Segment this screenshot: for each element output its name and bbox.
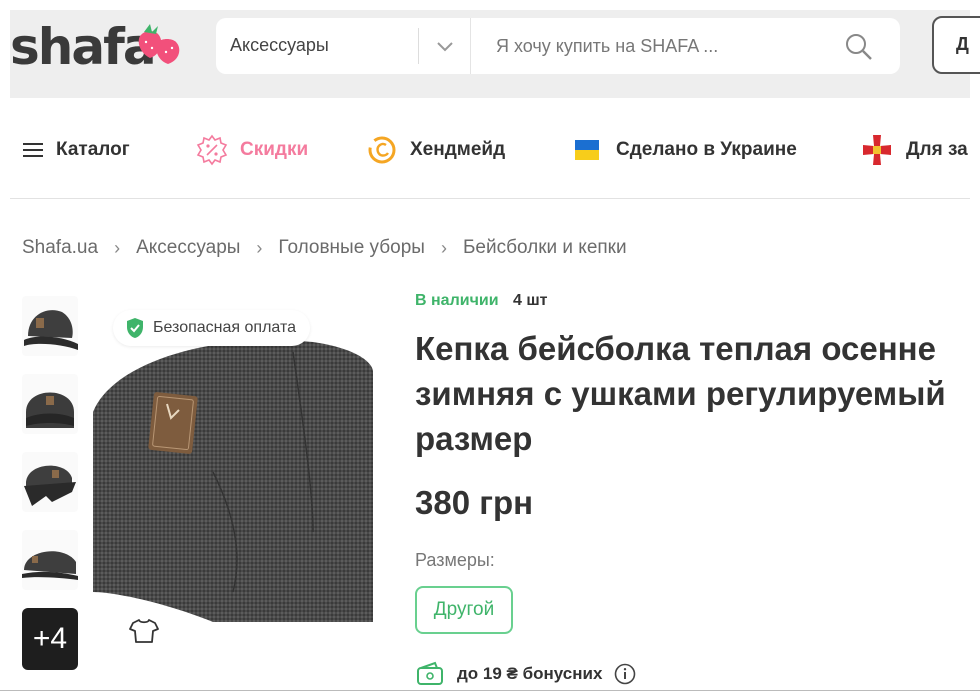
bonus-text: до 19 ₴ бонусних: [457, 664, 603, 683]
product-title-line: Кепка бейсболка теплая осенне: [415, 330, 936, 367]
breadcrumb-item[interactable]: Аксессуары: [136, 237, 240, 259]
thumbnail[interactable]: [22, 374, 78, 434]
thumbnail[interactable]: [22, 296, 78, 356]
divider: [470, 18, 471, 74]
divider: [418, 28, 419, 64]
secure-payment-badge: Безопасная оплата: [113, 310, 310, 346]
info-icon[interactable]: [614, 663, 636, 685]
army-emblem-icon: [863, 135, 891, 165]
nav-item-defenders[interactable]: Для за: [860, 110, 968, 190]
chevron-right-icon: ›: [440, 237, 447, 258]
nav-label: Хендмейд: [410, 139, 506, 160]
header: shafa Аксессуары Д: [10, 10, 980, 98]
secure-payment-label: Безопасная оплата: [153, 319, 296, 336]
nav-label: Для за: [906, 139, 968, 160]
nav-item-catalog[interactable]: Каталог: [22, 110, 130, 190]
search-bar: Аксессуары: [216, 18, 900, 74]
category-select[interactable]: Аксессуары: [216, 18, 470, 74]
nav-label: Сделано в Украине: [616, 139, 797, 160]
product-title: Кепка бейсболка теплая осенне зимняя с у…: [415, 326, 980, 461]
menu-icon: [23, 143, 43, 157]
main-nav: Каталог Скидки Хендмейд Сделано в Украин…: [0, 110, 980, 190]
search-input[interactable]: [496, 32, 826, 60]
stock-quantity: 4 шт: [512, 292, 548, 309]
strawberry-icon: [138, 24, 180, 64]
handmade-icon: [368, 136, 396, 164]
stock-info: В наличии 4 шт: [415, 292, 548, 310]
stock-status: В наличии: [415, 292, 499, 309]
search-icon[interactable]: [844, 32, 874, 62]
bonus-wallet-icon: [417, 661, 443, 685]
chevron-right-icon: ›: [256, 237, 263, 258]
discount-icon: [196, 134, 228, 166]
sizes-label: Размеры:: [415, 550, 495, 570]
size-guide-button[interactable]: [117, 604, 171, 658]
thumbnail-list: +4: [22, 296, 78, 670]
nav-item-made-in-ukraine[interactable]: Сделано в Украине: [574, 110, 797, 190]
nav-item-handmade[interactable]: Хендмейд: [368, 110, 505, 190]
breadcrumb: Shafa.ua › Аксессуары › Головные уборы ›…: [22, 236, 627, 260]
product-title-line: зимняя с ушками регулируемый: [415, 375, 946, 412]
bonus-info: до 19 ₴ бонусних: [415, 660, 636, 688]
category-select-label: Аксессуары: [230, 35, 329, 55]
more-photos-button[interactable]: +4: [22, 608, 78, 670]
breadcrumb-item[interactable]: Головные уборы: [278, 237, 425, 259]
divider: [0, 690, 980, 691]
thumbnail[interactable]: [22, 530, 78, 590]
chevron-right-icon: ›: [114, 237, 121, 258]
product-title-line: размер: [415, 420, 533, 457]
login-button[interactable]: Д: [932, 16, 980, 74]
nav-label: Скидки: [240, 139, 309, 160]
breadcrumb-item[interactable]: Shafa.ua: [22, 237, 98, 259]
nav-item-sale[interactable]: Скидки: [196, 110, 308, 190]
breadcrumb-item[interactable]: Бейсболки и кепки: [463, 237, 627, 259]
chevron-down-icon: [437, 42, 453, 52]
nav-label: Каталог: [56, 139, 130, 160]
thumbnail[interactable]: [22, 452, 78, 512]
product-price: 380 грн: [415, 484, 534, 521]
size-option[interactable]: Другой: [415, 586, 513, 634]
shield-check-icon: [127, 318, 143, 338]
tshirt-icon: [129, 619, 159, 643]
ukraine-flag-icon: [575, 140, 599, 160]
divider: [10, 198, 970, 199]
